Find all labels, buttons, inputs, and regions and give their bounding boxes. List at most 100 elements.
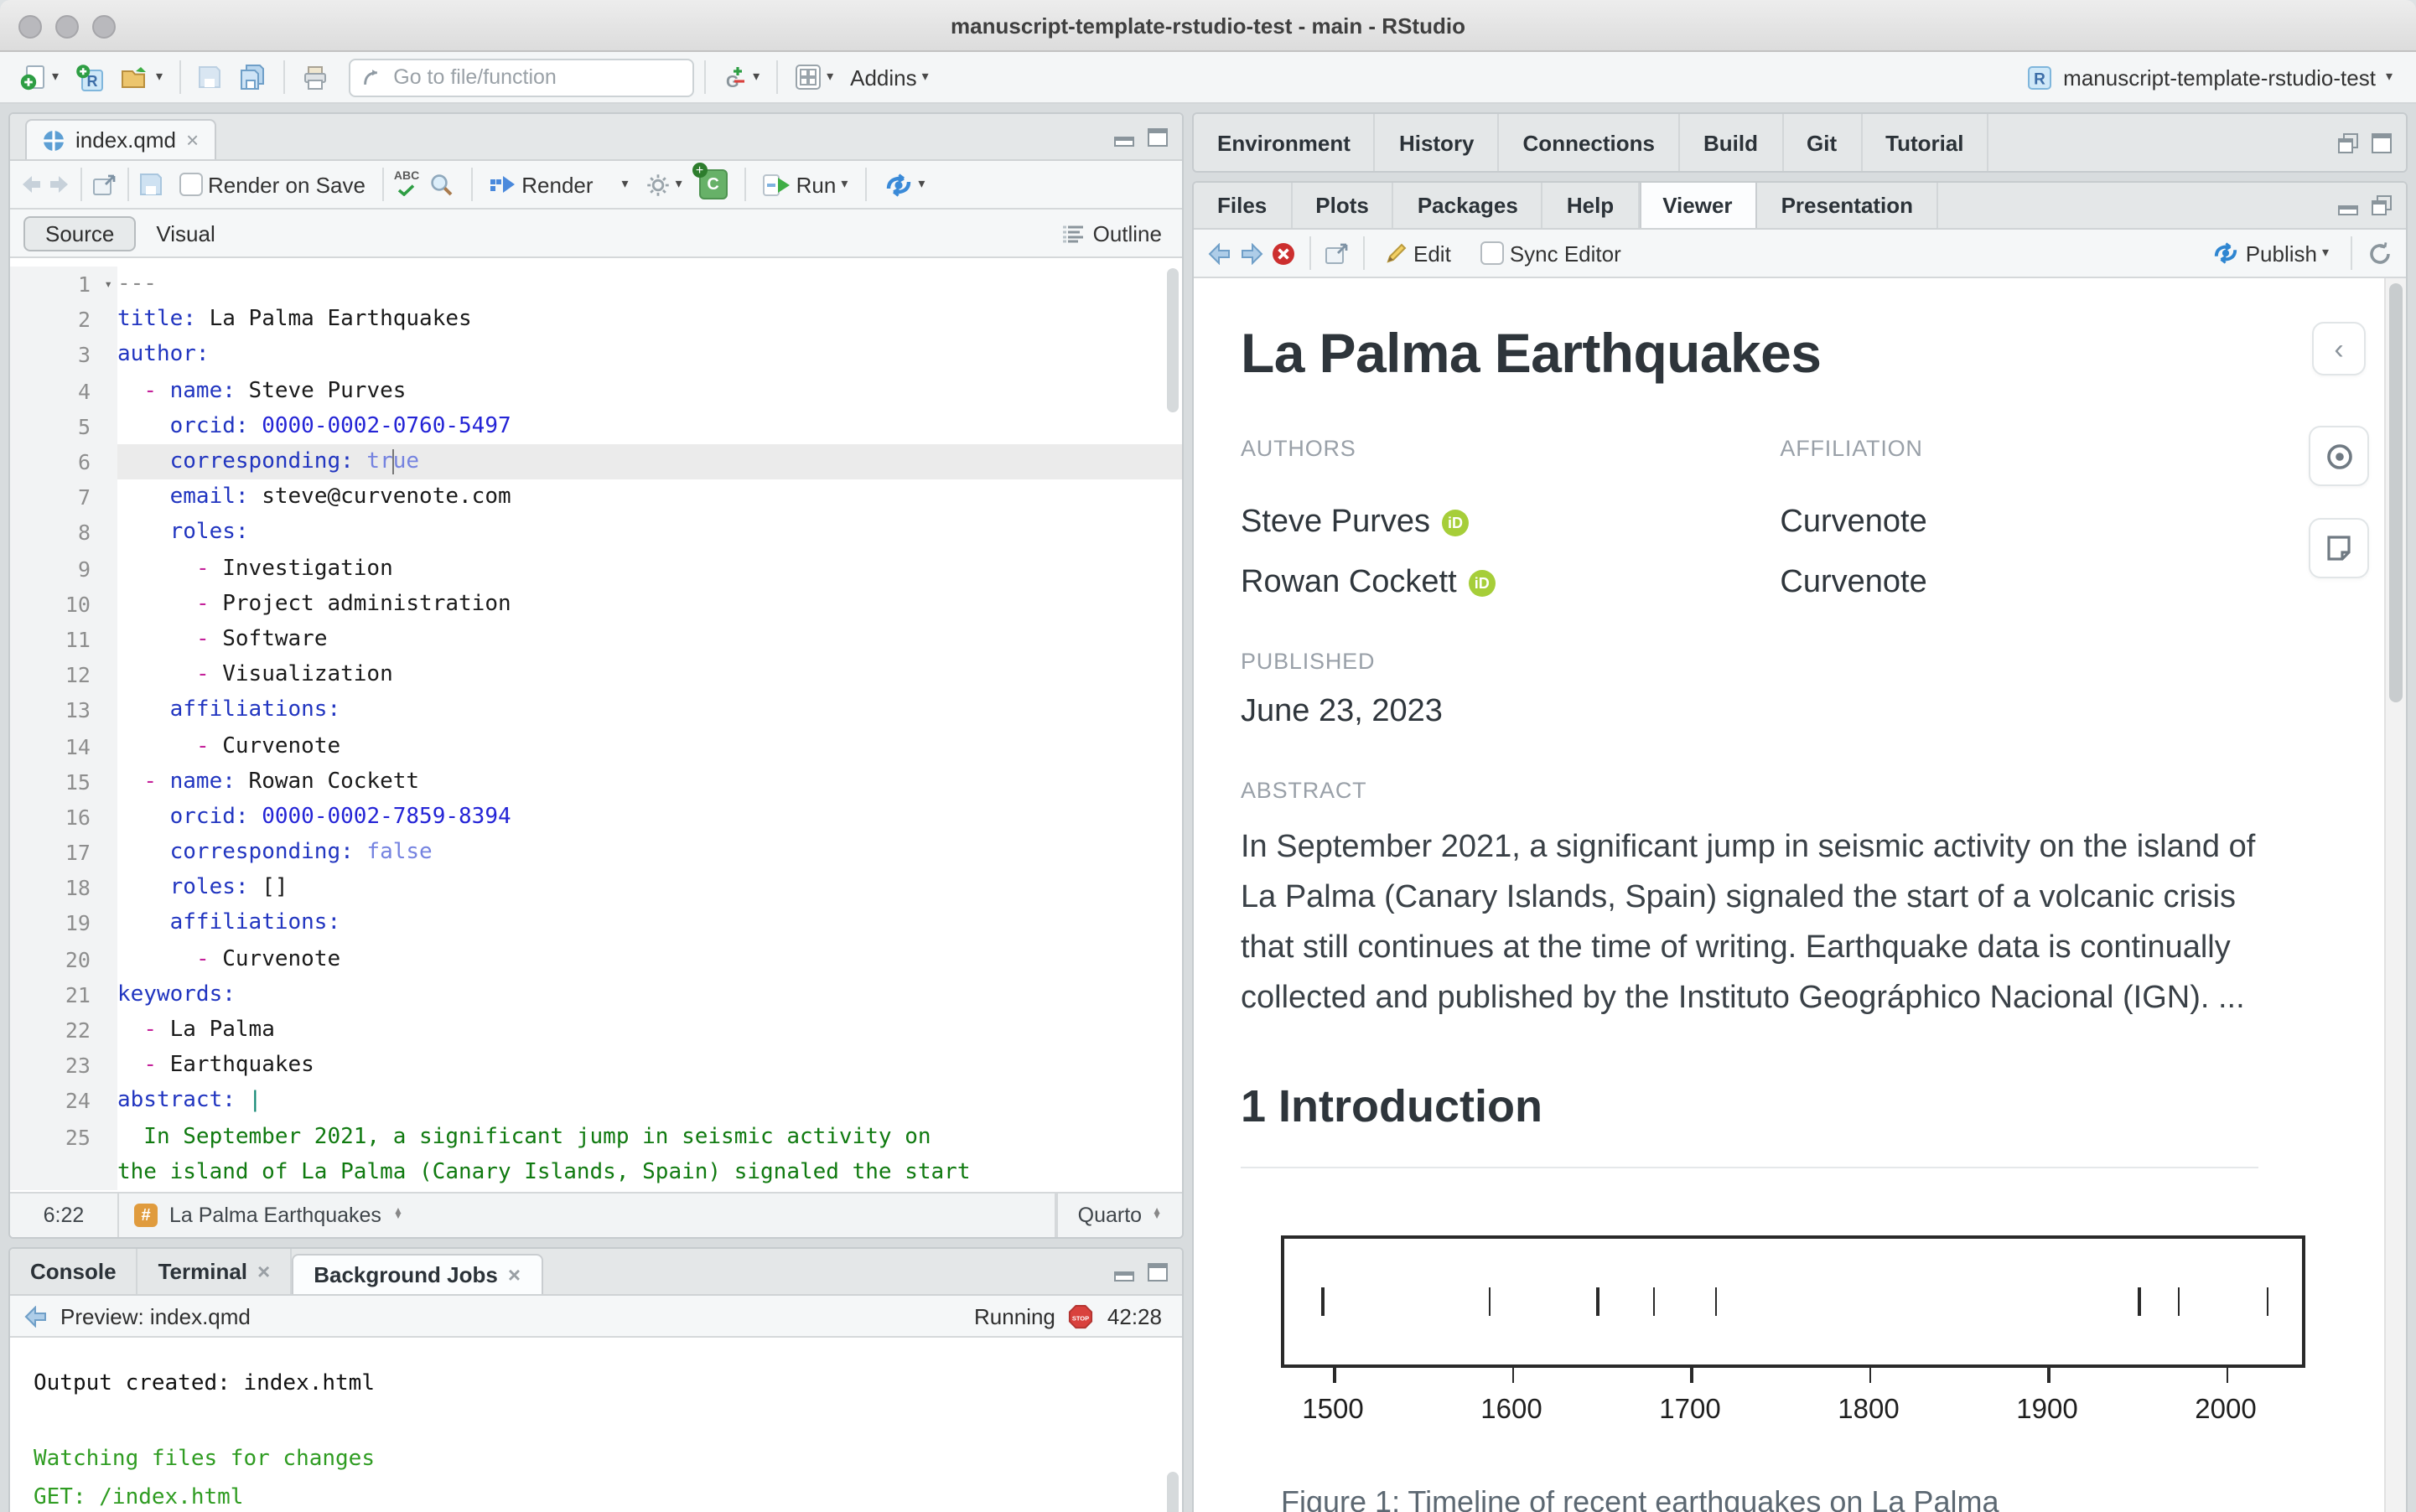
caret-icon: ▾ bbox=[621, 176, 629, 191]
editor-statusbar: 6:22 # La Palma Earthquakes ▲ ▼ Quarto ▲ ▼ bbox=[10, 1192, 1182, 1237]
divider bbox=[471, 168, 474, 201]
print-button[interactable] bbox=[295, 61, 335, 93]
back-icon[interactable] bbox=[20, 174, 44, 194]
tab-connections[interactable]: Connections bbox=[1500, 114, 1680, 171]
code-line: 9 - Investigation bbox=[10, 551, 1182, 587]
tab-history[interactable]: History bbox=[1376, 114, 1500, 171]
stop-icon[interactable]: STOP bbox=[1069, 1303, 1094, 1328]
publish-button[interactable]: Publish ▾ bbox=[2206, 237, 2336, 269]
insert-chunk-button[interactable]: C + bbox=[692, 163, 728, 199]
fold-icon[interactable]: ▾ bbox=[104, 277, 112, 292]
tab-git[interactable]: Git bbox=[1783, 114, 1863, 171]
project-selector[interactable]: R manuscript-template-rstudio-test ▾ bbox=[2014, 60, 2403, 95]
orcid-icon[interactable]: iD bbox=[1442, 510, 1469, 536]
maximize-pane-icon[interactable] bbox=[2371, 132, 2393, 153]
orcid-icon[interactable]: iD bbox=[1468, 570, 1496, 597]
spellcheck-button[interactable]: ABC bbox=[394, 172, 419, 196]
authors-label: AUTHORS bbox=[1241, 436, 1356, 461]
breadcrumb[interactable]: # La Palma Earthquakes ▲ ▼ bbox=[117, 1194, 1056, 1237]
checkbox-icon[interactable] bbox=[1480, 241, 1505, 265]
forward-icon[interactable] bbox=[1239, 242, 1264, 264]
viewer-content[interactable]: La Palma Earthquakes AUTHORS AFFILIATION… bbox=[1194, 278, 2406, 1512]
maximize-pane-icon[interactable] bbox=[1147, 1261, 1169, 1282]
outline-button[interactable]: Outline bbox=[1061, 220, 1169, 246]
restore-pane-icon[interactable] bbox=[2337, 132, 2359, 153]
document-mode-selector[interactable]: Quarto ▲ ▼ bbox=[1055, 1194, 1182, 1237]
console-tab-background-jobs[interactable]: Background Jobs × bbox=[292, 1254, 542, 1294]
tab-files[interactable]: Files bbox=[1194, 183, 1293, 228]
viewer-scrollbar[interactable] bbox=[2384, 278, 2406, 1512]
maximize-pane-icon[interactable] bbox=[1147, 127, 1169, 147]
version-control-button[interactable]: G ▾ bbox=[716, 60, 766, 94]
tab-presentation[interactable]: Presentation bbox=[1758, 183, 1939, 228]
forward-icon[interactable] bbox=[47, 174, 70, 194]
close-icon[interactable]: × bbox=[508, 1264, 521, 1286]
focus-view-button[interactable] bbox=[2309, 426, 2369, 486]
rerun-button[interactable]: ▾ bbox=[876, 168, 931, 200]
popout-icon[interactable] bbox=[1325, 242, 1350, 264]
goto-file-box[interactable] bbox=[349, 58, 695, 96]
render-settings-button[interactable]: ▾ bbox=[639, 168, 689, 200]
close-button[interactable] bbox=[18, 15, 42, 39]
tab-plots[interactable]: Plots bbox=[1292, 183, 1394, 228]
close-icon[interactable]: × bbox=[257, 1261, 270, 1282]
source-editor-pane: index.qmd × Render on Save ABC Render ▾ … bbox=[8, 112, 1184, 1239]
divider bbox=[179, 60, 182, 94]
print-icon bbox=[304, 65, 327, 89]
clear-viewer-icon[interactable] bbox=[1271, 241, 1296, 266]
new-project-button[interactable]: R bbox=[69, 60, 111, 95]
source-mode-button[interactable]: Source bbox=[23, 215, 137, 251]
render-on-save-checkbox[interactable]: Render on Save bbox=[173, 168, 372, 200]
console-tab-terminal[interactable]: Terminal × bbox=[138, 1249, 293, 1294]
tab-packages[interactable]: Packages bbox=[1394, 183, 1543, 228]
console-output[interactable]: Output created: index.html Watching file… bbox=[10, 1338, 1182, 1512]
checkbox-icon[interactable] bbox=[179, 173, 203, 196]
close-icon[interactable]: × bbox=[186, 129, 199, 151]
event-tick bbox=[2138, 1287, 2141, 1316]
popout-icon[interactable] bbox=[92, 173, 117, 195]
code-line: 16 orcid: 0000-0002-7859-8394 bbox=[10, 799, 1182, 835]
refresh-icon[interactable] bbox=[2367, 241, 2393, 266]
annotation-button[interactable] bbox=[2309, 518, 2369, 578]
save-button[interactable] bbox=[191, 62, 228, 92]
back-icon[interactable] bbox=[1207, 242, 1232, 264]
tab-tutorial[interactable]: Tutorial bbox=[1862, 114, 1989, 171]
viewer-scrollbar-thumb[interactable] bbox=[2389, 283, 2403, 702]
workspace-panes-button[interactable]: ▾ bbox=[788, 60, 840, 94]
sync-editor-checkbox[interactable]: Sync Editor bbox=[1475, 237, 1628, 269]
minimize-pane-icon[interactable] bbox=[2337, 195, 2359, 215]
git-icon: G bbox=[726, 67, 745, 91]
open-file-button[interactable]: ▾ bbox=[114, 61, 169, 93]
collapse-sidebar-button[interactable]: ‹ bbox=[2312, 322, 2366, 375]
tab-viewer[interactable]: Viewer bbox=[1639, 183, 1758, 228]
minimize-button[interactable] bbox=[55, 15, 79, 39]
search-icon[interactable] bbox=[429, 172, 454, 197]
render-button[interactable]: Render ▾ bbox=[483, 168, 635, 200]
axis-tick bbox=[1869, 1368, 1872, 1383]
run-button[interactable]: Run ▾ bbox=[756, 168, 855, 200]
code-line: 19 affiliations: bbox=[10, 905, 1182, 942]
console-scrollbar[interactable] bbox=[1167, 1472, 1179, 1512]
save-icon[interactable] bbox=[139, 173, 163, 196]
minimize-pane-icon[interactable] bbox=[1113, 1261, 1135, 1282]
zoom-button[interactable] bbox=[92, 15, 116, 39]
back-arrow-icon[interactable] bbox=[23, 1305, 49, 1327]
code-editor[interactable]: 1 ▾ --- 2 title: La Palma Earthquakes 3 author… bbox=[10, 258, 1182, 1192]
new-file-button[interactable]: ▾ bbox=[13, 60, 65, 94]
tab-environment[interactable]: Environment bbox=[1194, 114, 1376, 171]
tab-help[interactable]: Help bbox=[1543, 183, 1640, 228]
restore-pane-icon[interactable] bbox=[2371, 194, 2393, 216]
project-name: manuscript-template-rstudio-test bbox=[2063, 65, 2376, 90]
tab-build[interactable]: Build bbox=[1680, 114, 1783, 171]
minimize-pane-icon[interactable] bbox=[1113, 127, 1135, 147]
visual-mode-button[interactable]: Visual bbox=[136, 217, 235, 249]
editor-tab-index-qmd[interactable]: index.qmd × bbox=[25, 119, 216, 159]
save-all-button[interactable] bbox=[231, 60, 273, 94]
console-tab-console[interactable]: Console bbox=[10, 1249, 138, 1294]
goto-file-input[interactable] bbox=[390, 64, 682, 91]
section-heading: 1 Introduction bbox=[1241, 1081, 1542, 1131]
edit-button[interactable]: Edit bbox=[1378, 237, 1458, 269]
editor-scrollbar[interactable] bbox=[1167, 268, 1179, 412]
addins-button[interactable]: Addins ▾ bbox=[843, 61, 936, 93]
code-line: 11 - Software bbox=[10, 621, 1182, 658]
